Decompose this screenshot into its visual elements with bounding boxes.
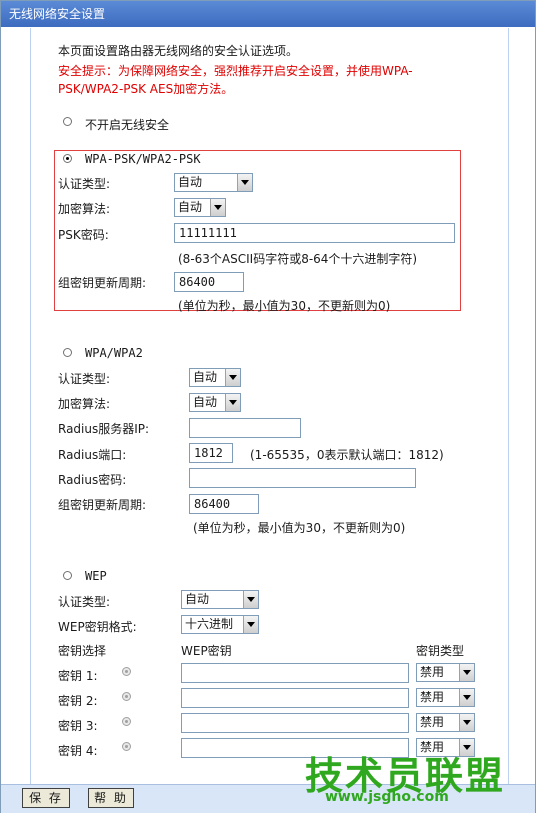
chevron-down-icon [210, 199, 225, 216]
psk-radio[interactable] [63, 154, 72, 163]
wpa-renewal-hint: (单位为秒，最小值为30，不更新则为0) [193, 521, 406, 535]
key-1-type-value: 禁用 [420, 665, 445, 679]
help-button[interactable]: 帮 助 [88, 788, 134, 808]
key-type-header: 密钥类型 [416, 644, 465, 658]
wep-format-select[interactable]: 十六进制 [181, 615, 259, 634]
wpa-auth-type-select[interactable]: 自动 [189, 368, 241, 387]
psk-renewal-label: 组密钥更新周期: [58, 276, 147, 290]
radius-password-input[interactable] [189, 468, 416, 488]
key-3-type-select[interactable]: 禁用 [416, 713, 475, 732]
wpa-encryption-value: 自动 [193, 395, 218, 409]
wep-auth-type-select[interactable]: 自动 [181, 590, 259, 609]
psk-renewal-input[interactable]: 86400 [174, 272, 244, 292]
psk-auth-type-label: 认证类型: [58, 177, 111, 191]
save-button[interactable]: 保 存 [22, 788, 70, 808]
chevron-down-icon [243, 616, 258, 633]
radius-port-input[interactable]: 1812 [189, 443, 233, 463]
key-2-label: 密钥 2: [58, 694, 98, 708]
key-3-type-value: 禁用 [420, 715, 445, 729]
wep-format-value: 十六进制 [185, 617, 234, 631]
wpa-section-label: WPA/WPA2 [85, 346, 143, 360]
wpa-encryption-label: 加密算法: [58, 397, 111, 411]
psk-auth-type-value: 自动 [178, 175, 203, 189]
key-1-type-select[interactable]: 禁用 [416, 663, 475, 682]
key-2-type-select[interactable]: 禁用 [416, 688, 475, 707]
wep-format-label: WEP密钥格式: [58, 620, 137, 634]
warning-line-1: 安全提示：为保障网络安全，强烈推荐开启安全设置，并使用WPA- [58, 64, 413, 78]
radius-ip-input[interactable] [189, 418, 301, 438]
psk-encryption-select[interactable]: 自动 [174, 198, 226, 217]
wpa-renewal-input[interactable]: 86400 [189, 494, 259, 514]
psk-encryption-label: 加密算法: [58, 202, 111, 216]
wpa-encryption-select[interactable]: 自动 [189, 393, 241, 412]
psk-password-input[interactable]: 11111111 [174, 223, 455, 243]
watermark-url: www.jsgho.com [325, 789, 449, 805]
psk-auth-type-select[interactable]: 自动 [174, 173, 253, 192]
wpa-auth-type-label: 认证类型: [58, 372, 111, 386]
radius-password-label: Radius密码: [58, 473, 127, 487]
psk-section-label: WPA-PSK/WPA2-PSK [85, 152, 201, 166]
no-security-radio[interactable] [63, 117, 72, 126]
wpa-auth-type-value: 自动 [193, 370, 218, 384]
wpa-radio[interactable] [63, 348, 72, 357]
wep-radio[interactable] [63, 571, 72, 580]
wep-key-header: WEP密钥 [181, 644, 232, 658]
key-4-label: 密钥 4: [58, 744, 98, 758]
page-title: 无线网络安全设置 [1, 1, 535, 27]
radius-port-hint: (1-65535，0表示默认端口：1812) [250, 448, 444, 462]
radius-ip-label: Radius服务器IP: [58, 422, 150, 436]
chevron-down-icon [237, 174, 252, 191]
warning-line-2: PSK/WPA2-PSK AES加密方法。 [58, 82, 234, 96]
chevron-down-icon [459, 714, 474, 731]
key-select-header: 密钥选择 [58, 644, 107, 658]
wep-section-label: WEP [85, 569, 107, 583]
intro-text: 本页面设置路由器无线网络的安全认证选项。 [58, 44, 299, 58]
wpa-renewal-label: 组密钥更新周期: [58, 498, 147, 512]
psk-renewal-hint: (单位为秒，最小值为30，不更新则为0) [178, 299, 391, 313]
key-1-input[interactable] [181, 663, 409, 683]
key-2-input[interactable] [181, 688, 409, 708]
watermark-logo: 技术员联盟 www.jsgho.com [305, 745, 505, 805]
psk-password-label: PSK密码: [58, 228, 109, 242]
wep-auth-type-value: 自动 [185, 592, 210, 606]
psk-encryption-value: 自动 [178, 200, 203, 214]
key-1-label: 密钥 1: [58, 669, 98, 683]
chevron-down-icon [225, 369, 240, 386]
wep-auth-type-label: 认证类型: [58, 595, 111, 609]
chevron-down-icon [459, 664, 474, 681]
chevron-down-icon [459, 689, 474, 706]
key-3-input[interactable] [181, 713, 409, 733]
key-1-radio[interactable] [122, 667, 131, 676]
key-2-radio[interactable] [122, 692, 131, 701]
key-3-label: 密钥 3: [58, 719, 98, 733]
chevron-down-icon [243, 591, 258, 608]
no-security-label: 不开启无线安全 [85, 118, 170, 132]
key-3-radio[interactable] [122, 717, 131, 726]
key-2-type-value: 禁用 [420, 690, 445, 704]
key-4-radio[interactable] [122, 742, 131, 751]
psk-password-hint: (8-63个ASCII码字符或8-64个十六进制字符) [178, 252, 418, 266]
radius-port-label: Radius端口: [58, 448, 127, 462]
chevron-down-icon [225, 394, 240, 411]
